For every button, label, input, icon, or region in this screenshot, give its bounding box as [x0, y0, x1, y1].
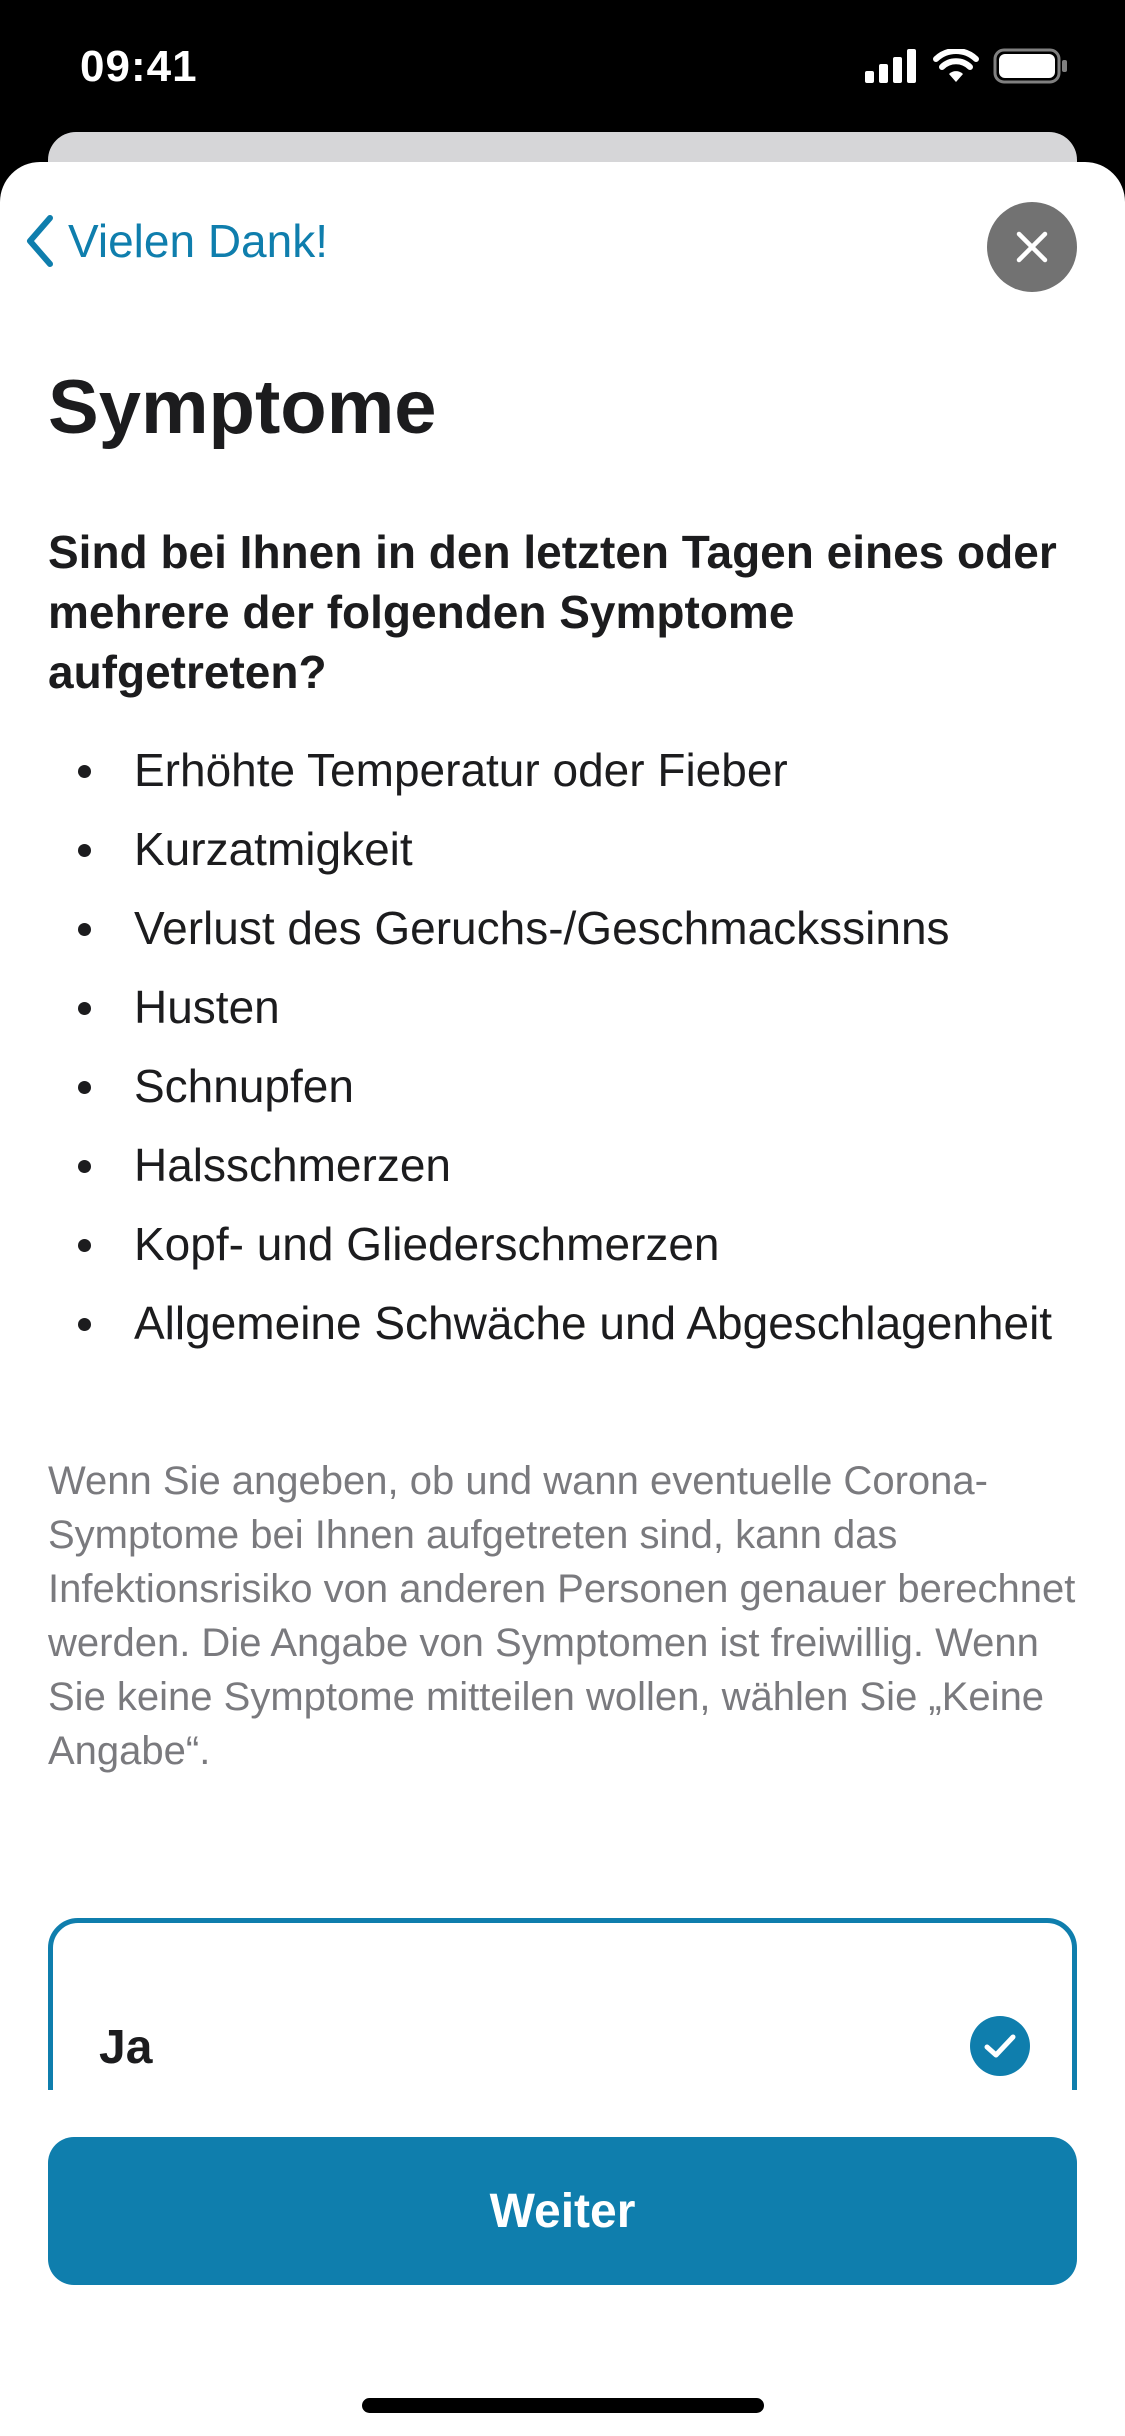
checkmark-circle-icon: [970, 2016, 1030, 2076]
symptom-item: Halsschmerzen: [48, 1135, 1078, 1195]
chevron-left-icon: [27, 215, 53, 267]
info-text: Wenn Sie angeben, ob und wann eventuelle…: [48, 1459, 1076, 1773]
close-icon: [1016, 231, 1048, 263]
symptom-item: Verlust des Geruchs-/Geschmackssinns: [48, 898, 1078, 958]
symptom-item: Kopf- und Gliederschmerzen: [48, 1214, 1078, 1274]
close-button[interactable]: [987, 202, 1077, 292]
answer-label: Ja: [99, 2021, 153, 2074]
symptom-list: Erhöhte Temperatur oder Fieber Kurzatmig…: [48, 740, 1078, 1372]
back-button[interactable]: Vielen Dank!: [24, 214, 328, 268]
symptom-question: Sind bei Ihnen in den letzten Tagen eine…: [48, 526, 1057, 698]
symptom-item: Schnupfen: [48, 1056, 1078, 1116]
battery-icon: [993, 48, 1067, 84]
symptom-item: Kurzatmigkeit: [48, 819, 1078, 879]
symptom-item: Husten: [48, 977, 1078, 1037]
wifi-icon: [933, 49, 979, 82]
symptom-item: Erhöhte Temperatur oder Fieber: [48, 740, 1078, 800]
back-button-label: Vielen Dank!: [68, 215, 328, 267]
answer-options-scroll: Ja: [0, 1918, 1125, 2090]
modal-sheet: Vielen Dank! Symptome Sind bei Ihnen in …: [0, 162, 1125, 2436]
status-icons: [865, 48, 1069, 84]
status-bar: 09:41: [0, 0, 1125, 132]
continue-button[interactable]: Weiter: [48, 2137, 1077, 2285]
cellular-signal-icon: [865, 49, 916, 83]
answer-option-ja[interactable]: Ja: [48, 1918, 1077, 2090]
status-time: 09:41: [80, 42, 198, 91]
home-indicator: [362, 2398, 764, 2413]
page-title: Symptome: [48, 365, 437, 450]
symptom-item: Allgemeine Schwäche und Abgeschlagenheit: [48, 1293, 1078, 1353]
